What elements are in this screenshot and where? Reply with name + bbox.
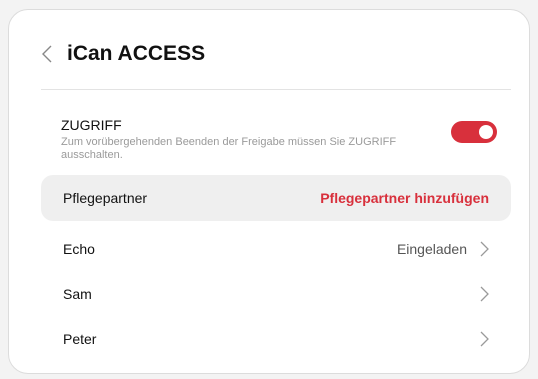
row-peter[interactable]: Peter	[41, 316, 511, 362]
row-label: Echo	[63, 241, 95, 257]
chevron-right-icon	[479, 285, 489, 303]
row-label: Sam	[63, 286, 92, 302]
row-label: Pflegepartner	[63, 190, 148, 206]
row-sam[interactable]: Sam	[41, 271, 511, 317]
chevron-left-icon	[42, 45, 52, 63]
row-label: Peter	[63, 331, 97, 347]
row-pflegepartner[interactable]: Pflegepartner Pflegepartner hinzufügen	[41, 175, 511, 221]
access-toggle[interactable]	[451, 121, 497, 143]
chevron-right-icon	[479, 240, 489, 258]
settings-card: iCan ACCESS ZUGRIFF Zum vorübergehenden …	[8, 9, 530, 374]
status-value: Eingeladen	[396, 241, 467, 257]
access-note: Zum vorübergehenden Beenden der Freigabe…	[61, 136, 397, 161]
back-button[interactable]	[39, 42, 55, 66]
header-divider	[41, 89, 511, 90]
chevron-right-icon	[479, 330, 489, 348]
header: iCan ACCESS	[39, 42, 205, 66]
access-title: ZUGRIFF	[61, 117, 122, 133]
page-title: iCan ACCESS	[67, 42, 206, 65]
toggle-knob	[479, 125, 493, 139]
row-echo[interactable]: Echo Eingeladen	[41, 226, 511, 272]
add-pflegepartner-link[interactable]: Pflegepartner hinzufügen	[320, 190, 489, 206]
